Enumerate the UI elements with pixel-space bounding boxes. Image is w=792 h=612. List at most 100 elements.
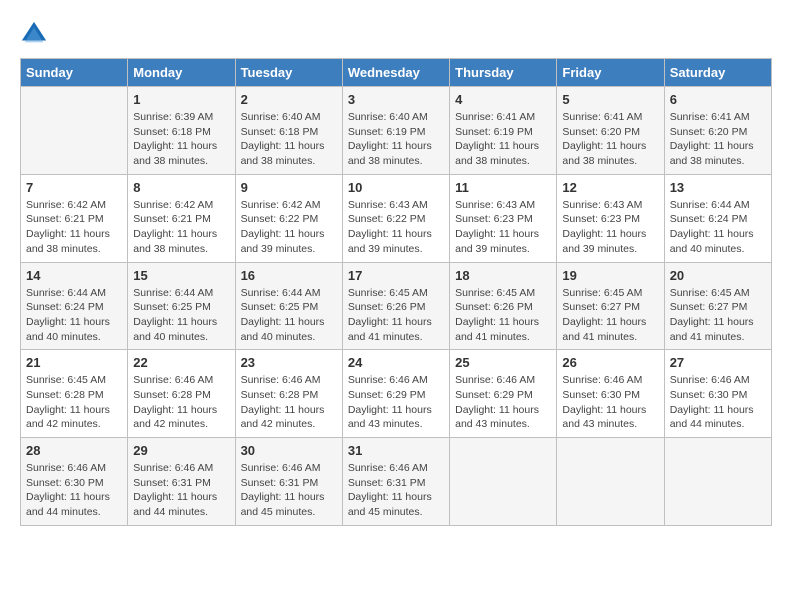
day-info: Sunrise: 6:42 AMSunset: 6:21 PMDaylight:… (133, 198, 229, 257)
day-number: 24 (348, 355, 444, 370)
header-cell-wednesday: Wednesday (342, 59, 449, 87)
day-info: Sunrise: 6:45 AMSunset: 6:26 PMDaylight:… (455, 286, 551, 345)
calendar-cell: 14Sunrise: 6:44 AMSunset: 6:24 PMDayligh… (21, 262, 128, 350)
calendar-cell: 15 Sunrise: 6:44 AMSunset: 6:25 PMDayligh… (128, 262, 235, 350)
day-number: 21 (26, 355, 122, 370)
calendar-cell: 7 Sunrise: 6:42 AMSunset: 6:21 PMDaylight… (21, 174, 128, 262)
calendar-cell: 11 Sunrise: 6:43 AMSunset: 6:23 PMDayligh… (450, 174, 557, 262)
page-header (20, 20, 772, 48)
calendar-cell: 21 Sunrise: 6:45 AMSunset: 6:28 PMDayligh… (21, 350, 128, 438)
day-info: Sunrise: 6:45 AMSunset: 6:27 PMDaylight:… (670, 286, 766, 345)
day-number: 20 (670, 268, 766, 283)
day-number: 26 (562, 355, 658, 370)
header-cell-monday: Monday (128, 59, 235, 87)
day-info: Sunrise: 6:41 AMSunset: 6:19 PMDaylight:… (455, 110, 551, 169)
day-info: Sunrise: 6:46 AMSunset: 6:29 PMDaylight:… (348, 373, 444, 432)
day-info: Sunrise: 6:41 AMSunset: 6:20 PMDaylight:… (562, 110, 658, 169)
calendar-cell (557, 438, 664, 526)
day-info: Sunrise: 6:46 AMSunset: 6:31 PMDaylight:… (241, 461, 337, 520)
calendar-table: SundayMondayTuesdayWednesdayThursdayFrid… (20, 58, 772, 526)
logo (20, 20, 52, 48)
day-info: Sunrise: 6:45 AMSunset: 6:26 PMDaylight:… (348, 286, 444, 345)
calendar-cell: 31Sunrise: 6:46 AMSunset: 6:31 PMDayligh… (342, 438, 449, 526)
calendar-cell: 16Sunrise: 6:44 AMSunset: 6:25 PMDayligh… (235, 262, 342, 350)
calendar-cell: 20 Sunrise: 6:45 AMSunset: 6:27 PMDayligh… (664, 262, 771, 350)
week-row-4: 21 Sunrise: 6:45 AMSunset: 6:28 PMDayligh… (21, 350, 772, 438)
calendar-cell: 13 Sunrise: 6:44 AMSunset: 6:24 PMDayligh… (664, 174, 771, 262)
day-number: 19 (562, 268, 658, 283)
calendar-cell: 28 Sunrise: 6:46 AMSunset: 6:30 PMDayligh… (21, 438, 128, 526)
day-info: Sunrise: 6:43 AMSunset: 6:23 PMDaylight:… (562, 198, 658, 257)
day-number: 12 (562, 180, 658, 195)
calendar-cell: 12 Sunrise: 6:43 AMSunset: 6:23 PMDayligh… (557, 174, 664, 262)
day-info: Sunrise: 6:44 AMSunset: 6:24 PMDaylight:… (670, 198, 766, 257)
day-info: Sunrise: 6:45 AMSunset: 6:28 PMDaylight:… (26, 373, 122, 432)
calendar-cell (21, 87, 128, 175)
calendar-cell: 22 Sunrise: 6:46 AMSunset: 6:28 PMDayligh… (128, 350, 235, 438)
calendar-cell (664, 438, 771, 526)
day-number: 10 (348, 180, 444, 195)
calendar-cell: 10 Sunrise: 6:43 AMSunset: 6:22 PMDayligh… (342, 174, 449, 262)
calendar-cell: 5 Sunrise: 6:41 AMSunset: 6:20 PMDaylight… (557, 87, 664, 175)
day-number: 13 (670, 180, 766, 195)
day-number: 6 (670, 92, 766, 107)
calendar-cell: 29Sunrise: 6:46 AMSunset: 6:31 PMDayligh… (128, 438, 235, 526)
day-info: Sunrise: 6:46 AMSunset: 6:28 PMDaylight:… (241, 373, 337, 432)
day-number: 7 (26, 180, 122, 195)
day-info: Sunrise: 6:40 AMSunset: 6:18 PMDaylight:… (241, 110, 337, 169)
day-number: 18 (455, 268, 551, 283)
day-number: 3 (348, 92, 444, 107)
week-row-2: 7 Sunrise: 6:42 AMSunset: 6:21 PMDaylight… (21, 174, 772, 262)
logo-icon (20, 20, 48, 48)
day-info: Sunrise: 6:43 AMSunset: 6:22 PMDaylight:… (348, 198, 444, 257)
day-info: Sunrise: 6:43 AMSunset: 6:23 PMDaylight:… (455, 198, 551, 257)
day-number: 8 (133, 180, 229, 195)
day-number: 28 (26, 443, 122, 458)
day-number: 5 (562, 92, 658, 107)
calendar-cell: 8 Sunrise: 6:42 AMSunset: 6:21 PMDaylight… (128, 174, 235, 262)
day-info: Sunrise: 6:44 AMSunset: 6:25 PMDaylight:… (241, 286, 337, 345)
calendar-cell: 4 Sunrise: 6:41 AMSunset: 6:19 PMDaylight… (450, 87, 557, 175)
day-number: 4 (455, 92, 551, 107)
day-info: Sunrise: 6:42 AMSunset: 6:22 PMDaylight:… (241, 198, 337, 257)
day-number: 22 (133, 355, 229, 370)
day-number: 25 (455, 355, 551, 370)
header-cell-tuesday: Tuesday (235, 59, 342, 87)
calendar-cell: 25 Sunrise: 6:46 AMSunset: 6:29 PMDayligh… (450, 350, 557, 438)
day-info: Sunrise: 6:44 AMSunset: 6:25 PMDaylight:… (133, 286, 229, 345)
calendar-cell: 24 Sunrise: 6:46 AMSunset: 6:29 PMDayligh… (342, 350, 449, 438)
calendar-cell: 23Sunrise: 6:46 AMSunset: 6:28 PMDayligh… (235, 350, 342, 438)
day-info: Sunrise: 6:45 AMSunset: 6:27 PMDaylight:… (562, 286, 658, 345)
day-info: Sunrise: 6:46 AMSunset: 6:30 PMDaylight:… (670, 373, 766, 432)
calendar-cell: 18 Sunrise: 6:45 AMSunset: 6:26 PMDayligh… (450, 262, 557, 350)
day-info: Sunrise: 6:46 AMSunset: 6:30 PMDaylight:… (26, 461, 122, 520)
day-number: 29 (133, 443, 229, 458)
day-number: 27 (670, 355, 766, 370)
week-row-5: 28 Sunrise: 6:46 AMSunset: 6:30 PMDayligh… (21, 438, 772, 526)
calendar-cell: 3 Sunrise: 6:40 AMSunset: 6:19 PMDaylight… (342, 87, 449, 175)
calendar-cell (450, 438, 557, 526)
day-info: Sunrise: 6:46 AMSunset: 6:29 PMDaylight:… (455, 373, 551, 432)
day-info: Sunrise: 6:42 AMSunset: 6:21 PMDaylight:… (26, 198, 122, 257)
calendar-cell: 9 Sunrise: 6:42 AMSunset: 6:22 PMDaylight… (235, 174, 342, 262)
day-number: 30 (241, 443, 337, 458)
day-number: 9 (241, 180, 337, 195)
day-info: Sunrise: 6:46 AMSunset: 6:28 PMDaylight:… (133, 373, 229, 432)
calendar-cell: 2Sunrise: 6:40 AMSunset: 6:18 PMDaylight… (235, 87, 342, 175)
header-cell-thursday: Thursday (450, 59, 557, 87)
header-cell-friday: Friday (557, 59, 664, 87)
header-cell-sunday: Sunday (21, 59, 128, 87)
day-info: Sunrise: 6:39 AMSunset: 6:18 PMDaylight:… (133, 110, 229, 169)
day-number: 15 (133, 268, 229, 283)
header-row: SundayMondayTuesdayWednesdayThursdayFrid… (21, 59, 772, 87)
day-number: 1 (133, 92, 229, 107)
calendar-cell: 26Sunrise: 6:46 AMSunset: 6:30 PMDayligh… (557, 350, 664, 438)
day-number: 14 (26, 268, 122, 283)
header-cell-saturday: Saturday (664, 59, 771, 87)
calendar-cell: 1 Sunrise: 6:39 AMSunset: 6:18 PMDaylight… (128, 87, 235, 175)
day-number: 11 (455, 180, 551, 195)
calendar-cell: 6Sunrise: 6:41 AMSunset: 6:20 PMDaylight… (664, 87, 771, 175)
calendar-cell: 30 Sunrise: 6:46 AMSunset: 6:31 PMDayligh… (235, 438, 342, 526)
day-info: Sunrise: 6:40 AMSunset: 6:19 PMDaylight:… (348, 110, 444, 169)
day-number: 17 (348, 268, 444, 283)
